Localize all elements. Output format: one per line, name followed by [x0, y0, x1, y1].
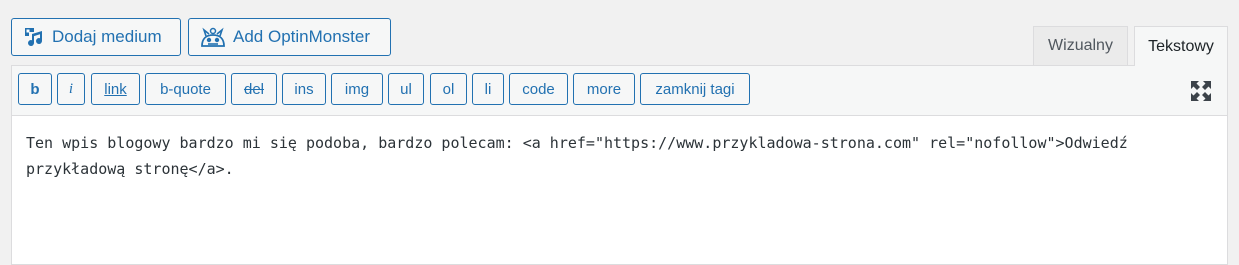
quicktag-li-button[interactable]: li: [472, 73, 504, 105]
quicktag-italic-button[interactable]: i: [57, 73, 85, 105]
quicktag-ul-button[interactable]: ul: [388, 73, 424, 105]
quicktag-link-button[interactable]: link: [91, 73, 140, 105]
add-optinmonster-button[interactable]: Add OptinMonster: [188, 18, 391, 56]
quicktag-ins-button[interactable]: ins: [282, 73, 326, 105]
add-media-button[interactable]: Dodaj medium: [11, 18, 181, 56]
quicktag-more-button[interactable]: more: [573, 73, 635, 105]
quicktag-bold-button[interactable]: b: [18, 73, 52, 105]
quicktag-blockquote-button[interactable]: b-quote: [145, 73, 226, 105]
content-line-2: przykładową stronę</a>.: [26, 160, 234, 178]
quicktag-code-button[interactable]: code: [509, 73, 568, 105]
media-icon: [25, 28, 43, 47]
content-line-1: Ten wpis blogowy bardzo mi się podoba, b…: [26, 134, 1128, 152]
quicktag-ol-button[interactable]: ol: [430, 73, 467, 105]
editor-content[interactable]: Ten wpis blogowy bardzo mi się podoba, b…: [26, 130, 1213, 182]
tab-text[interactable]: Tekstowy: [1134, 26, 1228, 66]
optinmonster-icon: [201, 27, 225, 47]
quicktag-del-button[interactable]: del: [231, 73, 277, 105]
add-optinmonster-label: Add OptinMonster: [233, 27, 371, 46]
quicktag-img-button[interactable]: img: [331, 73, 383, 105]
quicktags-toolbar: b i link b-quote del ins img ul ol li co…: [12, 66, 1227, 116]
text-editor: b i link b-quote del ins img ul ol li co…: [11, 65, 1228, 265]
quicktag-close-tags-button[interactable]: zamknij tagi: [640, 73, 750, 105]
tab-visual[interactable]: Wizualny: [1033, 26, 1128, 66]
fullscreen-icon[interactable]: [1189, 79, 1213, 103]
add-media-label: Dodaj medium: [52, 27, 162, 46]
